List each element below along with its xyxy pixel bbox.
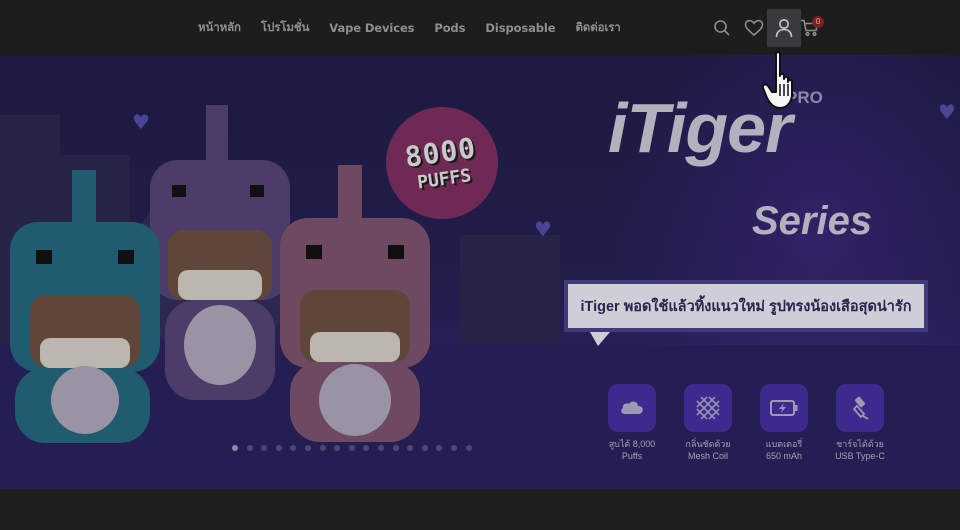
carousel-dot-14[interactable] xyxy=(421,445,428,451)
mesh-coil-icon xyxy=(696,396,720,420)
carousel-dot-1[interactable] xyxy=(232,445,238,451)
usb-c-icon xyxy=(852,396,869,420)
search-button[interactable] xyxy=(705,9,739,47)
user-icon xyxy=(775,19,793,38)
carousel-dot-4[interactable] xyxy=(275,445,282,451)
cart-button[interactable]: 0 xyxy=(793,9,827,47)
pixel-cloud xyxy=(460,235,560,345)
carousel-dot-11[interactable] xyxy=(377,445,384,451)
carousel-dot-5[interactable] xyxy=(290,445,297,451)
carousel-dot-6[interactable] xyxy=(304,445,311,451)
cart-count-badge: 0 xyxy=(812,16,824,28)
nav-item-disposable[interactable]: Disposable xyxy=(485,21,555,35)
carousel-dot-2[interactable] xyxy=(246,445,253,451)
feature-icon-box xyxy=(684,384,732,432)
banner-subtitle: Series xyxy=(752,199,873,243)
site-header: หน้าหลัก โปรโมชั่น Vape Devices Pods Dis… xyxy=(0,0,960,55)
feature-icon-box xyxy=(836,384,884,432)
nav-item-vape-devices[interactable]: Vape Devices xyxy=(329,21,414,35)
carousel-dots xyxy=(232,445,472,451)
pixel-heart-icon: ♥ xyxy=(938,100,956,124)
pixel-heart-icon: ♥ xyxy=(534,217,552,241)
tiger-characters-image xyxy=(10,105,430,443)
heart-icon xyxy=(744,19,764,37)
tagline-text: iTiger พอดใช้แล้วทิ้งแนวใหม่ รูปทรงน้องเ… xyxy=(580,298,912,315)
carousel-dot-15[interactable] xyxy=(436,445,443,451)
nav-item-contact[interactable]: ติดต่อเรา xyxy=(575,19,620,37)
carousel-dot-10[interactable] xyxy=(363,445,370,451)
carousel-dot-8[interactable] xyxy=(334,445,341,451)
nav-item-promotion[interactable]: โปรโมชั่น xyxy=(261,19,309,37)
tagline-bubble: iTiger พอดใช้แล้วทิ้งแนวใหม่ รูปทรงน้องเ… xyxy=(564,280,928,332)
nav-item-pods[interactable]: Pods xyxy=(434,21,465,35)
carousel-dot-12[interactable] xyxy=(392,445,399,451)
feature-icon-box xyxy=(608,384,656,432)
battery-icon xyxy=(770,400,798,416)
search-icon xyxy=(714,20,730,36)
carousel-dot-13[interactable] xyxy=(407,445,414,451)
bubble-tail xyxy=(590,332,610,346)
carousel-dot-7[interactable] xyxy=(319,445,326,451)
carousel-dot-9[interactable] xyxy=(348,445,355,451)
feature-line2: USB Type-C xyxy=(835,451,885,461)
hero-banner[interactable]: ♥ ♥ ♥ 8000 PUFFS PRO iTiger Series iTige… xyxy=(0,55,960,489)
carousel-dot-17[interactable] xyxy=(465,445,472,451)
nav-item-home[interactable]: หน้าหลัก xyxy=(198,19,241,37)
carousel-dot-16[interactable] xyxy=(450,445,457,451)
feature-icon-box xyxy=(760,384,808,432)
feature-line1: ชาร์จได้ด้วย xyxy=(836,439,884,449)
carousel-dot-3[interactable] xyxy=(261,445,268,451)
feature-usb-c: ชาร์จได้ด้วย USB Type-C xyxy=(815,384,905,462)
hand-cursor-icon xyxy=(762,51,793,109)
wishlist-button[interactable] xyxy=(737,9,771,47)
cloud-icon xyxy=(621,401,643,414)
main-nav: หน้าหลัก โปรโมชั่น Vape Devices Pods Dis… xyxy=(198,0,621,55)
